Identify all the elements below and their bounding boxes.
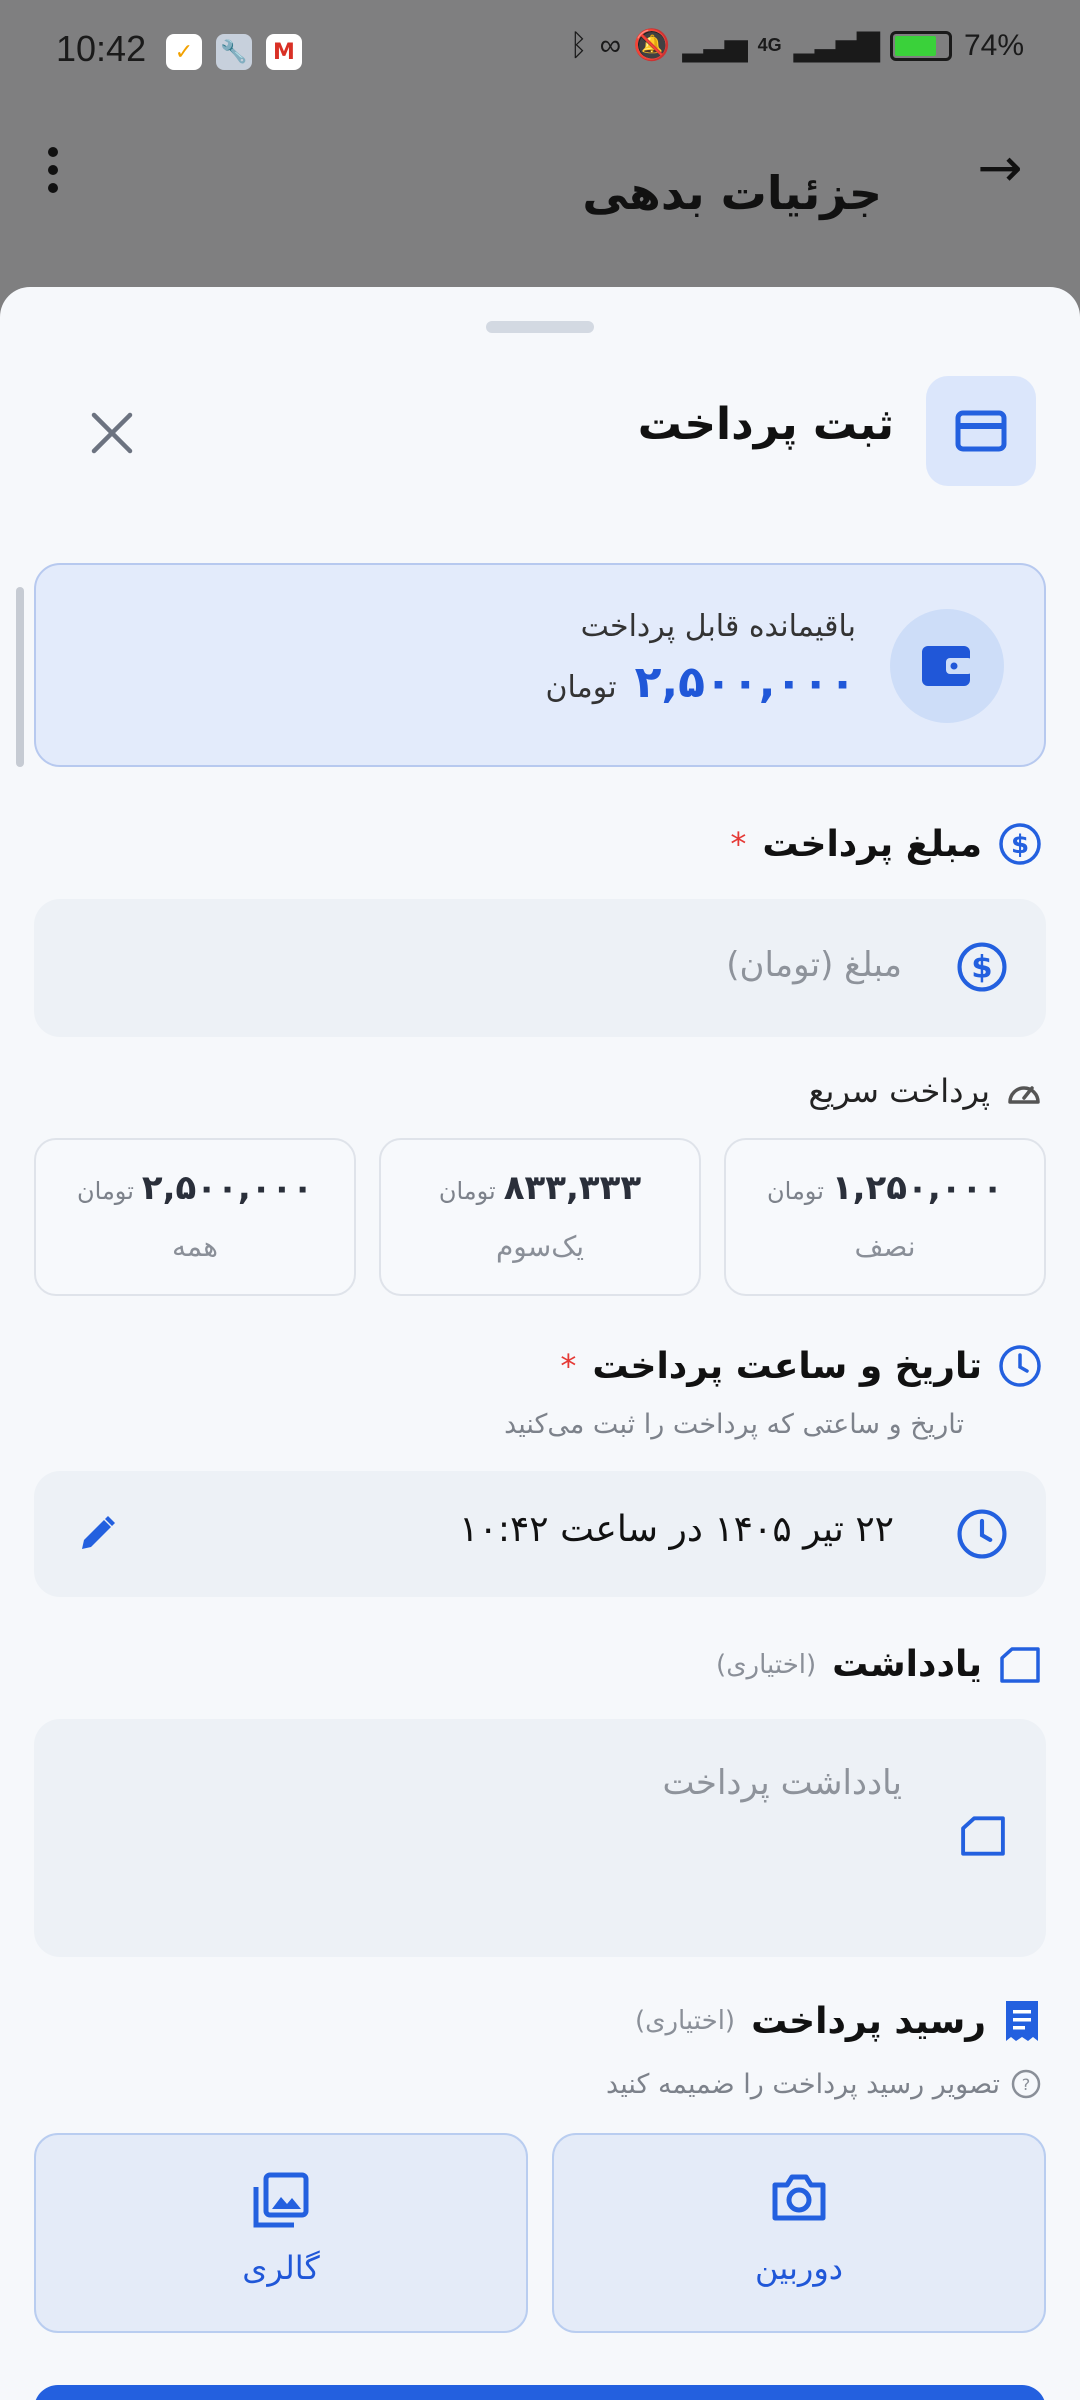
payment-bottom-sheet: ثبت پرداخت باقیمانده قابل پرداخت ۲,۵۰۰,۰… <box>0 287 1080 2400</box>
sheet-title: ثبت پرداخت <box>637 399 894 450</box>
status-bar: 10:42 ✓ 🔧 M ᛒ ∞ 🔕 ▂▃▅ 4G ▂▃▅▇ 74% <box>0 0 1080 110</box>
note-label: یادداشت <box>832 1644 982 1685</box>
receipt-helper: تصویر رسید پرداخت را ضمیمه کنید <box>606 2068 1000 2100</box>
drag-handle[interactable] <box>486 321 594 333</box>
quick-pay-name: همه <box>172 1230 218 1263</box>
signal-icon: ▂▃▅ <box>682 29 747 62</box>
tasks-app-icon: ✓ <box>166 34 202 70</box>
camera-icon <box>772 2174 826 2221</box>
note-placeholder: یادداشت پرداخت <box>662 1763 902 1803</box>
quick-pay-unit: تومان <box>767 1177 824 1205</box>
link-icon: ∞ <box>599 28 622 62</box>
scrollbar[interactable] <box>16 587 24 767</box>
gallery-label: گالری <box>242 2249 320 2287</box>
quick-pay-amount: ۱,۲۵۰,۰۰۰ <box>831 1168 1003 1208</box>
battery-icon <box>889 30 952 61</box>
datetime-label: تاریخ و ساعت پرداخت <box>592 1345 982 1387</box>
battery-percent: 74% <box>963 28 1024 62</box>
dollar-circle-icon: $ <box>999 823 1041 865</box>
app-bar: جزئیات بدهی <box>0 110 1080 290</box>
remaining-unit: تومان <box>545 670 617 705</box>
tool-app-icon: 🔧 <box>216 34 252 70</box>
wallet-icon <box>922 646 972 686</box>
quick-pay-label-row: پرداخت سریع <box>809 1072 1042 1110</box>
signal-icon-2: ▂▃▅▇ <box>793 29 880 62</box>
remaining-value: ۲,۵۰۰,۰۰۰ <box>634 657 856 708</box>
required-mark: * <box>730 825 747 863</box>
clock-icon <box>999 1345 1041 1387</box>
datetime-helper: تاریخ و ساعتی که پرداخت را ثبت می‌کنید <box>504 1409 964 1440</box>
svg-text:$: $ <box>971 950 992 986</box>
svg-text:?: ? <box>1022 2075 1031 2094</box>
clock-icon <box>957 1509 1007 1559</box>
gallery-icon <box>253 2172 309 2228</box>
note-icon <box>1000 1646 1040 1683</box>
amount-input[interactable]: $ مبلغ (تومان) <box>34 899 1046 1037</box>
datetime-section-label: تاریخ و ساعت پرداخت * <box>560 1344 1042 1388</box>
status-indicators: ᛒ ∞ 🔕 ▂▃▅ 4G ▂▃▅▇ 74% <box>570 28 1024 63</box>
credit-card-icon <box>955 410 1007 452</box>
receipt-helper-row: ? تصویر رسید پرداخت را ضمیمه کنید <box>606 2068 1042 2100</box>
datetime-value: ۲۲ تیر ۱۴۰۵ در ساعت ۱۰:۴۲ <box>459 1509 894 1550</box>
required-mark: * <box>560 1347 577 1385</box>
network-type: 4G <box>757 35 782 55</box>
remaining-balance-card: باقیمانده قابل پرداخت ۲,۵۰۰,۰۰۰ تومان <box>34 563 1046 767</box>
receipt-icon <box>1006 2001 1038 2041</box>
dollar-circle-icon: $ <box>957 942 1007 992</box>
quick-pay-amount: ۸۳۳,۳۳۳ <box>503 1168 642 1208</box>
note-textarea[interactable]: یادداشت پرداخت <box>34 1719 1046 1957</box>
optional-hint: (اختیاری) <box>716 1649 817 1680</box>
svg-text:$: $ <box>1011 830 1029 860</box>
wallet-icon-circle <box>890 609 1004 723</box>
header-icon-box <box>926 376 1036 486</box>
back-arrow-icon[interactable]: → <box>972 140 1028 196</box>
amount-placeholder: مبلغ (تومان) <box>726 945 902 985</box>
quick-pay-unit: تومان <box>438 1177 496 1205</box>
gmail-icon: M <box>266 34 302 70</box>
speedometer-icon <box>1008 1086 1040 1104</box>
close-icon[interactable] <box>86 407 138 459</box>
notification-icons: ✓ 🔧 M <box>166 34 302 70</box>
note-section-label: یادداشت (اختیاری) <box>716 1644 1042 1685</box>
mute-icon: 🔕 <box>633 29 671 62</box>
amount-label: مبلغ پرداخت <box>762 823 982 865</box>
camera-button[interactable]: دوربین <box>552 2133 1046 2333</box>
remaining-label: باقیمانده قابل پرداخت <box>580 609 856 644</box>
submit-button[interactable] <box>34 2385 1046 2400</box>
quick-pay-unit: تومان <box>77 1177 134 1205</box>
receipt-section-label: رسید پرداخت (اختیاری) <box>635 1999 1042 2043</box>
more-menu-icon[interactable] <box>38 145 68 195</box>
remaining-amount: ۲,۵۰۰,۰۰۰ تومان <box>545 657 856 708</box>
page-title: جزئیات بدهی <box>582 166 882 220</box>
datetime-field[interactable]: ۲۲ تیر ۱۴۰۵ در ساعت ۱۰:۴۲ <box>34 1471 1046 1597</box>
receipt-label: رسید پرداخت <box>751 2000 986 2042</box>
optional-hint: (اختیاری) <box>634 2006 736 2036</box>
quick-pay-label: پرداخت سریع <box>808 1072 990 1110</box>
quick-pay-name: نصف <box>854 1230 916 1263</box>
status-time: 10:42 <box>56 28 147 69</box>
quick-pay-all[interactable]: ۲,۵۰۰,۰۰۰ تومان همه <box>34 1138 356 1296</box>
battery-level <box>894 35 937 56</box>
quick-pay-third[interactable]: ۸۳۳,۳۳۳ تومان یک‌سوم <box>379 1138 701 1296</box>
gallery-button[interactable]: گالری <box>34 2133 528 2333</box>
quick-pay-half[interactable]: ۱,۲۵۰,۰۰۰ تومان نصف <box>724 1138 1046 1296</box>
bluetooth-icon: ᛒ <box>569 28 588 62</box>
note-icon <box>961 1816 1005 1856</box>
edit-pencil-icon[interactable] <box>74 1511 120 1557</box>
camera-label: دوربین <box>754 2249 844 2287</box>
help-circle-icon: ? <box>1011 2069 1041 2099</box>
amount-section-label: $ مبلغ پرداخت * <box>730 822 1042 866</box>
quick-pay-name: یک‌سوم <box>495 1230 585 1263</box>
quick-pay-amount: ۲,۵۰۰,۰۰۰ <box>141 1168 313 1208</box>
